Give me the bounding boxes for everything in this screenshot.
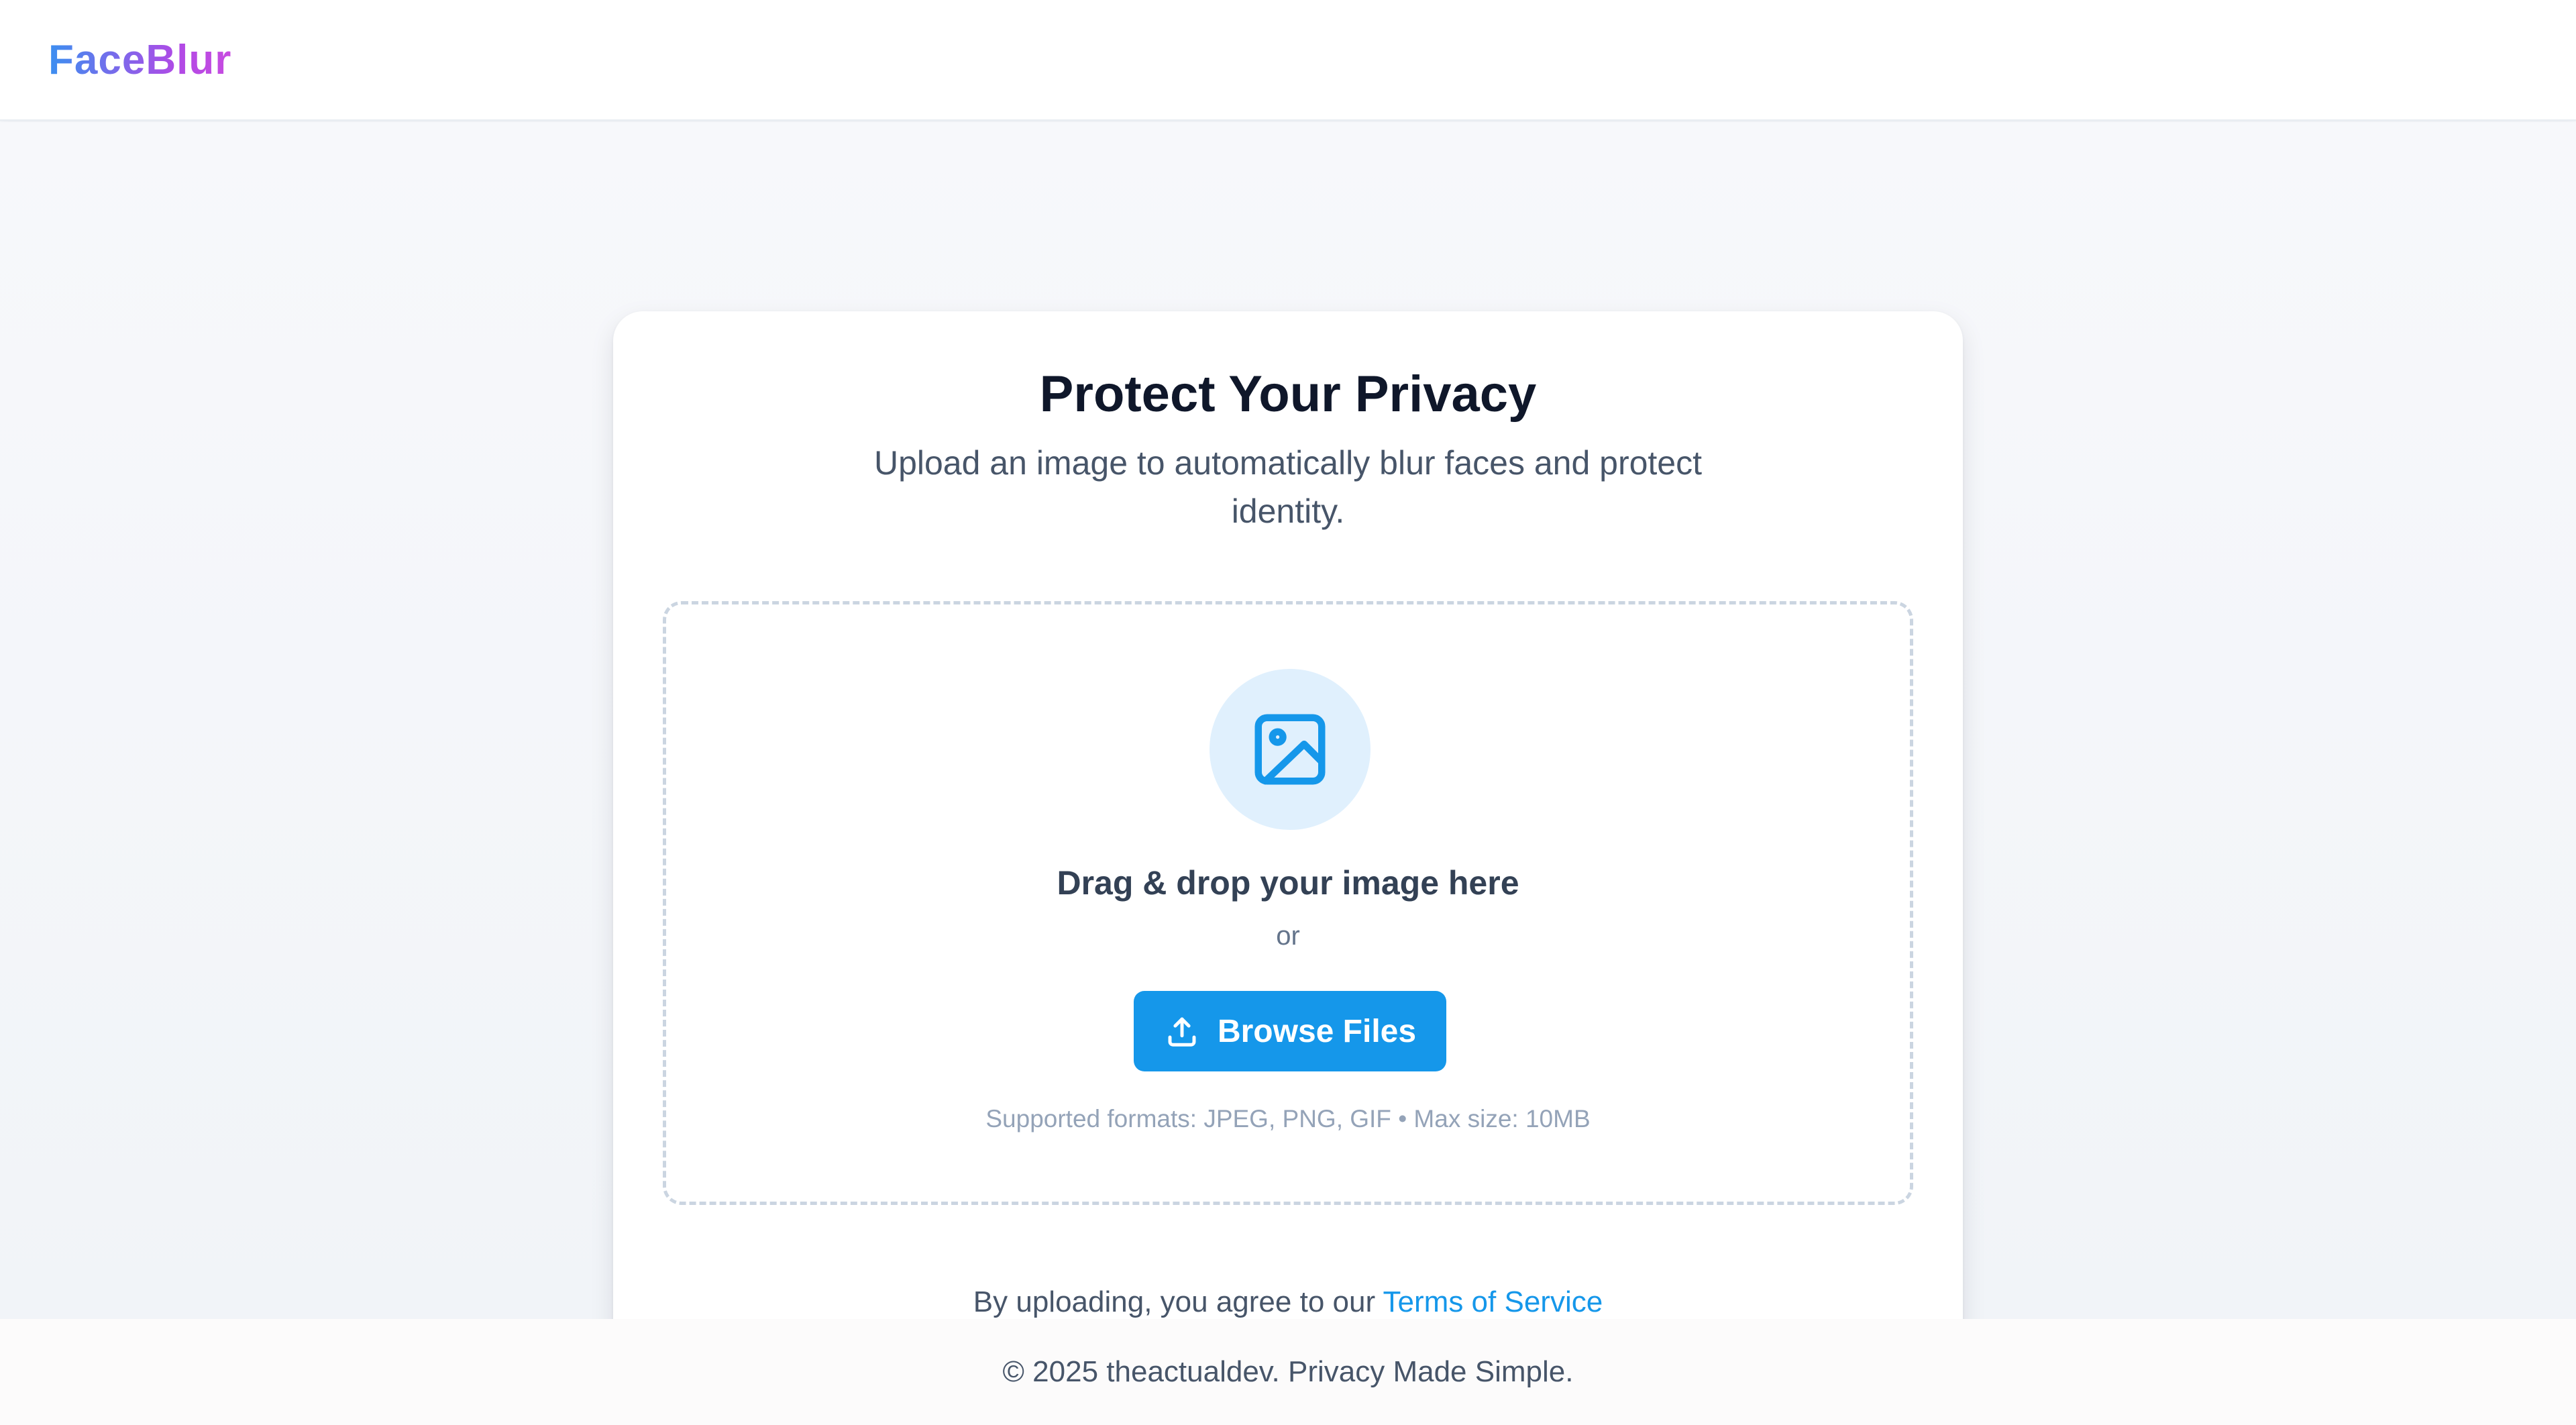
dropzone-heading: Drag & drop your image here [1057,864,1519,902]
upload-icon [1168,1017,1196,1047]
footer-copyright: © 2025 theactualdev. Privacy Made Simple… [1002,1355,1574,1388]
image-icon [1254,714,1326,785]
image-dropzone[interactable]: Drag & drop your image here or Browse Fi… [663,601,1913,1205]
browse-files-label: Browse Files [1217,1013,1417,1049]
dropzone-or-text: or [1276,921,1300,951]
supported-formats-note: Supported formats: JPEG, PNG, GIF • Max … [985,1105,1591,1132]
terms-prefix: By uploading, you agree to our [973,1285,1383,1318]
page-footer: © 2025 theactualdev. Privacy Made Simple… [0,1319,2576,1425]
upload-card: Protect Your Privacy Upload an image to … [613,311,1963,1374]
faceblur-logo[interactable]: FaceBlur [48,36,231,84]
page-subtitle: Upload an image to automatically blur fa… [873,444,1703,530]
terms-notice: By uploading, you agree to our Terms of … [613,1285,1963,1319]
browse-files-button[interactable]: Browse Files [1134,991,1446,1071]
main-content: Protect Your Privacy Upload an image to … [0,122,2576,1374]
top-navbar: FaceBlur [0,0,2576,121]
terms-of-service-link[interactable]: Terms of Service [1383,1285,1603,1318]
image-icon-circle [1210,669,1371,830]
page-title: Protect Your Privacy [1039,366,1537,423]
